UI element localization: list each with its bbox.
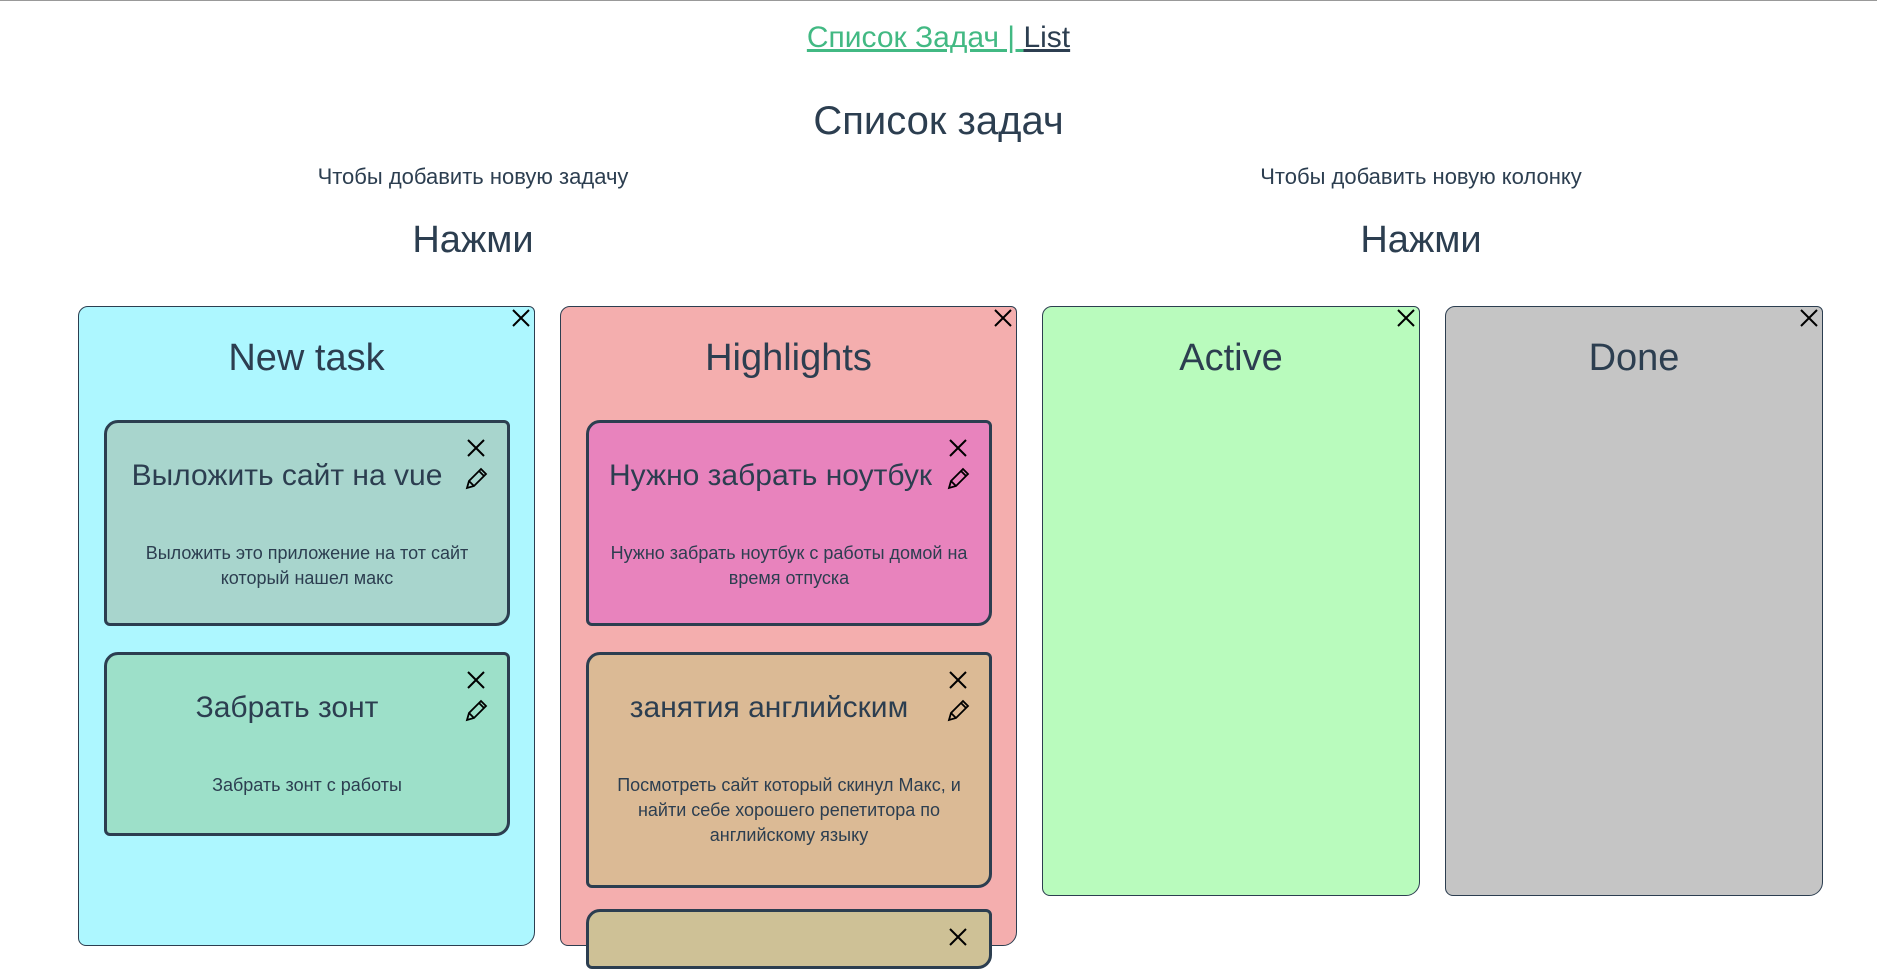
nav-link-list[interactable]: List xyxy=(1023,21,1070,54)
task-card[interactable]: Выложить сайт на vue Выложить это прилож… xyxy=(104,420,510,626)
close-icon[interactable] xyxy=(1395,307,1417,329)
task-card[interactable]: Забрать зонт Забрать зонт с работы xyxy=(104,652,510,836)
nav-link-tasks[interactable]: Список Задач | xyxy=(807,21,1024,54)
pencil-icon[interactable] xyxy=(945,466,971,492)
add-column-hint: Чтобы добавить новую колонку xyxy=(1260,164,1582,189)
pencil-icon[interactable] xyxy=(463,466,489,492)
card-description: Посмотреть сайт который скинул Макс, и н… xyxy=(617,775,961,845)
column-title: Highlights xyxy=(705,337,872,379)
pencil-icon[interactable] xyxy=(945,698,971,724)
column-active: Active xyxy=(1042,306,1420,896)
close-icon[interactable] xyxy=(947,926,969,948)
column-title: Active xyxy=(1179,337,1283,379)
task-card[interactable] xyxy=(586,909,992,969)
column-new-task: New task Выложить сайт на vue Выложить э… xyxy=(78,306,535,946)
page-title: Список задач xyxy=(813,99,1064,143)
card-description: Нужно забрать ноутбук с работы домой на … xyxy=(610,543,968,588)
add-task-button[interactable]: Нажми xyxy=(323,219,623,262)
card-title: Нужно забрать ноутбук xyxy=(609,459,932,492)
close-icon[interactable] xyxy=(947,669,969,691)
card-description: Забрать зонт с работы xyxy=(212,775,402,795)
close-icon[interactable] xyxy=(465,437,487,459)
close-icon[interactable] xyxy=(465,669,487,691)
close-icon[interactable] xyxy=(992,307,1014,329)
top-nav: Список Задач | List xyxy=(0,21,1877,55)
column-title: New task xyxy=(228,337,385,379)
add-column-button[interactable]: Нажми xyxy=(1271,219,1571,262)
card-description: Выложить это приложение на тот сайт кото… xyxy=(145,543,469,588)
task-card[interactable]: занятия английским Посмотреть сайт котор… xyxy=(586,652,992,888)
card-title: Выложить сайт на vue xyxy=(131,459,443,492)
pencil-icon[interactable] xyxy=(463,698,489,724)
task-card[interactable]: Нужно забрать ноутбук Нужно забрать ноут… xyxy=(586,420,992,626)
add-task-hint: Чтобы добавить новую задачу xyxy=(317,164,629,189)
card-title: Забрать зонт xyxy=(195,691,379,724)
close-icon[interactable] xyxy=(947,437,969,459)
column-done: Done xyxy=(1445,306,1823,896)
close-icon[interactable] xyxy=(1798,307,1820,329)
card-title: занятия английским xyxy=(629,691,909,724)
close-icon[interactable] xyxy=(510,307,532,329)
column-highlights: Highlights Нужно забрать ноутбук Нужно з… xyxy=(560,306,1017,969)
column-title: Done xyxy=(1588,337,1680,379)
